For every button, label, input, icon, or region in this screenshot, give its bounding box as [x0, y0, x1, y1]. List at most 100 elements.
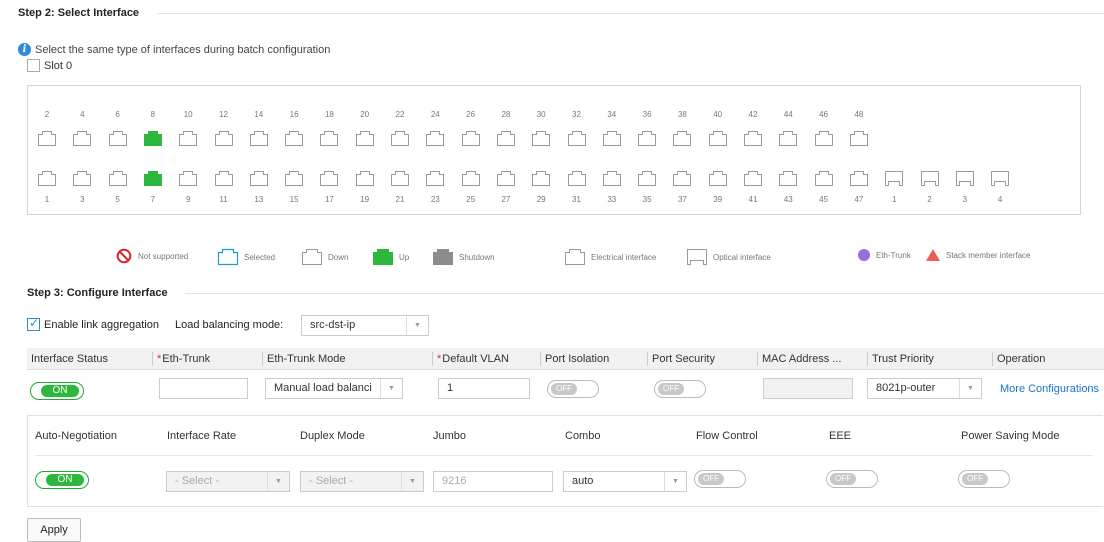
electrical-port[interactable]: [108, 130, 128, 147]
electrical-port[interactable]: [743, 130, 763, 147]
optical-port[interactable]: [955, 170, 975, 187]
slot-checkbox[interactable]: [27, 59, 40, 72]
electrical-port[interactable]: [425, 170, 445, 187]
batch-info: i Select the same type of interfaces dur…: [18, 43, 330, 56]
th-eth-trunk: *Eth-Trunk: [152, 348, 210, 370]
default-vlan-input[interactable]: 1: [438, 378, 530, 399]
legend-electrical-label: Electrical interface: [591, 252, 657, 262]
electrical-port[interactable]: [814, 170, 834, 187]
down-port-icon: [849, 131, 868, 146]
electrical-port[interactable]: [214, 130, 234, 147]
electrical-port[interactable]: [461, 130, 481, 147]
electrical-port[interactable]: [708, 170, 728, 187]
legend-selected: Selected: [217, 248, 275, 266]
electrical-port[interactable]: [355, 130, 375, 147]
electrical-port[interactable]: [143, 130, 163, 147]
eee-toggle[interactable]: OFF: [826, 470, 878, 488]
electrical-port[interactable]: [672, 170, 692, 187]
down-port-icon: [249, 171, 268, 186]
duplex-mode-select[interactable]: - Select - ▼: [300, 471, 424, 492]
electrical-port[interactable]: [249, 130, 269, 147]
th-eee: EEE: [829, 430, 852, 442]
electrical-port[interactable]: [743, 170, 763, 187]
electrical-port[interactable]: [567, 130, 587, 147]
down-port-icon: [73, 171, 92, 186]
port-security-toggle[interactable]: OFF: [654, 380, 706, 398]
electrical-port[interactable]: [355, 170, 375, 187]
port-legend: Not supported Selected Down Up Shutdown …: [0, 248, 1104, 268]
port-number: 45: [819, 195, 829, 204]
port-number: 42: [748, 110, 758, 119]
down-port-icon: [744, 171, 762, 186]
electrical-port[interactable]: [708, 130, 728, 147]
electrical-port[interactable]: [461, 170, 481, 187]
legend-stack-member: Stack member interface: [925, 248, 1030, 262]
electrical-port[interactable]: [319, 130, 339, 147]
interface-rate-select[interactable]: - Select - ▼: [166, 471, 290, 492]
electrical-port[interactable]: [284, 170, 304, 187]
legend-not-supported-label: Not supported: [138, 251, 189, 261]
electrical-port[interactable]: [178, 170, 198, 187]
down-port-icon: [426, 131, 445, 146]
apply-button[interactable]: Apply: [27, 518, 81, 542]
electrical-port[interactable]: [143, 170, 163, 187]
optical-port[interactable]: [920, 170, 940, 187]
electrical-port[interactable]: [72, 170, 92, 187]
electrical-port[interactable]: [778, 130, 798, 147]
electrical-port[interactable]: [390, 170, 410, 187]
trust-priority-select[interactable]: 8021p-outer ▼: [867, 378, 982, 399]
th-eth-trunk-mode: Eth-Trunk Mode: [262, 348, 345, 370]
auto-negotiation-toggle[interactable]: ON: [35, 471, 89, 489]
slot-checkbox-row[interactable]: Slot 0: [27, 59, 72, 72]
jumbo-input[interactable]: 9216: [433, 471, 553, 492]
electrical-port[interactable]: [849, 130, 869, 147]
enable-link-aggregation-label[interactable]: Enable link aggregation: [44, 319, 159, 331]
enable-link-aggregation-checkbox[interactable]: [27, 316, 40, 331]
port-number: 21: [395, 195, 405, 204]
electrical-port[interactable]: [637, 170, 657, 187]
electrical-port[interactable]: [37, 130, 57, 147]
electrical-port[interactable]: [249, 170, 269, 187]
electrical-port[interactable]: [637, 130, 657, 147]
flow-control-toggle[interactable]: OFF: [694, 470, 746, 488]
electrical-port[interactable]: [672, 130, 692, 147]
electrical-port[interactable]: [778, 170, 798, 187]
port-number: 4: [997, 195, 1003, 204]
eth-trunk-mode-select[interactable]: Manual load balanci ▼: [265, 378, 403, 399]
electrical-port[interactable]: [425, 130, 445, 147]
optical-port[interactable]: [884, 170, 904, 187]
combo-select[interactable]: auto ▼: [563, 471, 687, 492]
electrical-port[interactable]: [72, 130, 92, 147]
optical-port[interactable]: [990, 170, 1010, 187]
more-configurations-link[interactable]: More Configurations: [1000, 383, 1099, 395]
electrical-port[interactable]: [214, 170, 234, 187]
legend-down: Down: [301, 248, 348, 266]
port-isolation-value: OFF: [551, 383, 577, 395]
interface-status-toggle[interactable]: ON: [30, 382, 84, 400]
th-auto-negotiation: Auto-Negotiation: [35, 430, 117, 442]
mac-address-input[interactable]: [763, 378, 853, 399]
load-balancing-select[interactable]: src-dst-ip ▼: [301, 315, 429, 336]
electrical-port[interactable]: [390, 130, 410, 147]
eth-trunk-input[interactable]: [159, 378, 248, 399]
electrical-port[interactable]: [496, 170, 516, 187]
electrical-port[interactable]: [37, 170, 57, 187]
electrical-port[interactable]: [814, 130, 834, 147]
down-port-icon: [708, 171, 727, 186]
electrical-port[interactable]: [567, 170, 587, 187]
th-operation: Operation: [992, 348, 1045, 370]
electrical-port[interactable]: [849, 170, 869, 187]
electrical-port[interactable]: [319, 170, 339, 187]
electrical-port[interactable]: [531, 130, 551, 147]
port-isolation-toggle[interactable]: OFF: [547, 380, 599, 398]
electrical-port[interactable]: [531, 170, 551, 187]
electrical-port[interactable]: [602, 130, 622, 147]
auto-negotiation-value: ON: [46, 474, 84, 486]
electrical-port[interactable]: [602, 170, 622, 187]
electrical-port[interactable]: [178, 130, 198, 147]
electrical-port[interactable]: [496, 130, 516, 147]
power-saving-mode-toggle[interactable]: OFF: [958, 470, 1010, 488]
electrical-port[interactable]: [284, 130, 304, 147]
electrical-port[interactable]: [108, 170, 128, 187]
load-balancing-label: Load balancing mode:: [174, 318, 284, 331]
